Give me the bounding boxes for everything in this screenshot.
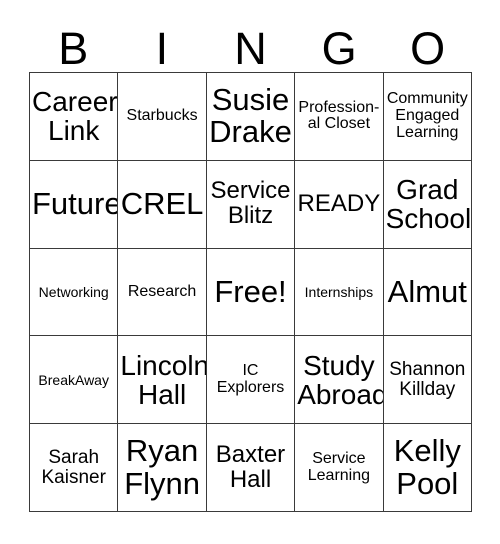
- bingo-cell-label: Networking: [38, 283, 109, 300]
- bingo-cell-label: Study Abroad: [297, 349, 384, 410]
- bingo-cell-b5[interactable]: Sarah Kaisner: [30, 424, 119, 512]
- bingo-cell-b2[interactable]: Future: [30, 160, 119, 249]
- bingo-cell-n1[interactable]: Susie Drake: [206, 73, 296, 161]
- bingo-cell-label: Shannon Killday: [389, 359, 466, 400]
- bingo-cell-i4[interactable]: Lincoln Hall: [118, 336, 207, 425]
- bingo-cell-o2[interactable]: Grad School: [383, 160, 472, 249]
- bingo-cell-n4[interactable]: IC Explorers: [206, 336, 296, 425]
- bingo-cell-label: Starbucks: [126, 107, 198, 125]
- bingo-header-letter-n: N: [234, 23, 267, 74]
- bingo-cell-label: Community Engaged Learning: [386, 90, 468, 141]
- bingo-cell-o5[interactable]: Kelly Pool: [383, 424, 472, 512]
- bingo-cell-g4[interactable]: Study Abroad: [295, 336, 384, 425]
- bingo-cell-label: BreakAway: [38, 371, 109, 388]
- bingo-cell-label: Sarah Kaisner: [41, 446, 106, 488]
- bingo-cell-label: Lincoln Hall: [120, 349, 207, 410]
- bingo-cell-label: Profession­al Closet: [298, 98, 380, 133]
- bingo-cell-label: READY: [297, 189, 381, 217]
- bingo-cell-label: Susie Drake: [209, 82, 292, 150]
- bingo-cell-b3[interactable]: Networking: [30, 248, 119, 337]
- bingo-cell-o3[interactable]: Almut: [383, 248, 472, 337]
- bingo-card: B I N G O Career Link Starbucks Susie Dr…: [0, 0, 500, 544]
- bingo-cell-label: Internships: [304, 283, 374, 300]
- bingo-cell-o1[interactable]: Community Engaged Learning: [383, 73, 472, 161]
- bingo-cell-label: Research: [127, 282, 197, 300]
- bingo-cell-o4[interactable]: Shannon Killday: [383, 336, 472, 425]
- bingo-cell-n5[interactable]: Baxter Hall: [206, 424, 296, 512]
- bingo-header-letter-i: I: [155, 23, 169, 74]
- bingo-cell-label: Career Link: [32, 86, 118, 147]
- bingo-cell-g2[interactable]: READY: [295, 160, 384, 249]
- bingo-cell-n2[interactable]: Service Blitz: [206, 160, 296, 249]
- bingo-cell-label: Service Blitz: [210, 177, 291, 230]
- bingo-cell-label: Kelly Pool: [393, 433, 461, 501]
- bingo-cell-label: Future: [32, 186, 119, 222]
- bingo-cell-i3[interactable]: Research: [118, 248, 207, 337]
- bingo-cell-b1[interactable]: Career Link: [30, 73, 119, 161]
- bingo-cell-label: Ryan Flynn: [124, 433, 200, 501]
- bingo-cell-label: IC Explorers: [216, 362, 285, 396]
- bingo-cell-b4[interactable]: BreakAway: [30, 336, 119, 425]
- bingo-header-letter-g: G: [321, 23, 357, 74]
- bingo-cell-free-space[interactable]: Free!: [206, 248, 296, 337]
- bingo-cell-label: Baxter Hall: [215, 440, 286, 493]
- bingo-cell-i2[interactable]: CREL: [118, 160, 207, 249]
- bingo-cell-label: Almut: [387, 273, 467, 309]
- bingo-cell-g5[interactable]: Service Learning: [295, 424, 384, 512]
- bingo-free-space-label: Free!: [214, 273, 287, 309]
- bingo-cell-label: Grad School: [385, 174, 472, 235]
- bingo-header-row: B I N G O: [29, 16, 472, 72]
- bingo-cell-label: CREL: [120, 186, 204, 222]
- bingo-grid: Career Link Starbucks Susie Drake Profes…: [29, 72, 472, 512]
- bingo-cell-g3[interactable]: Internships: [295, 248, 384, 337]
- bingo-header-letter-o: O: [410, 23, 446, 74]
- bingo-header-letter-b: B: [58, 23, 89, 74]
- bingo-cell-i1[interactable]: Starbucks: [118, 73, 207, 161]
- bingo-cell-g1[interactable]: Profession­al Closet: [295, 73, 384, 161]
- bingo-cell-i5[interactable]: Ryan Flynn: [118, 424, 207, 512]
- bingo-cell-label: Service Learning: [307, 449, 371, 484]
